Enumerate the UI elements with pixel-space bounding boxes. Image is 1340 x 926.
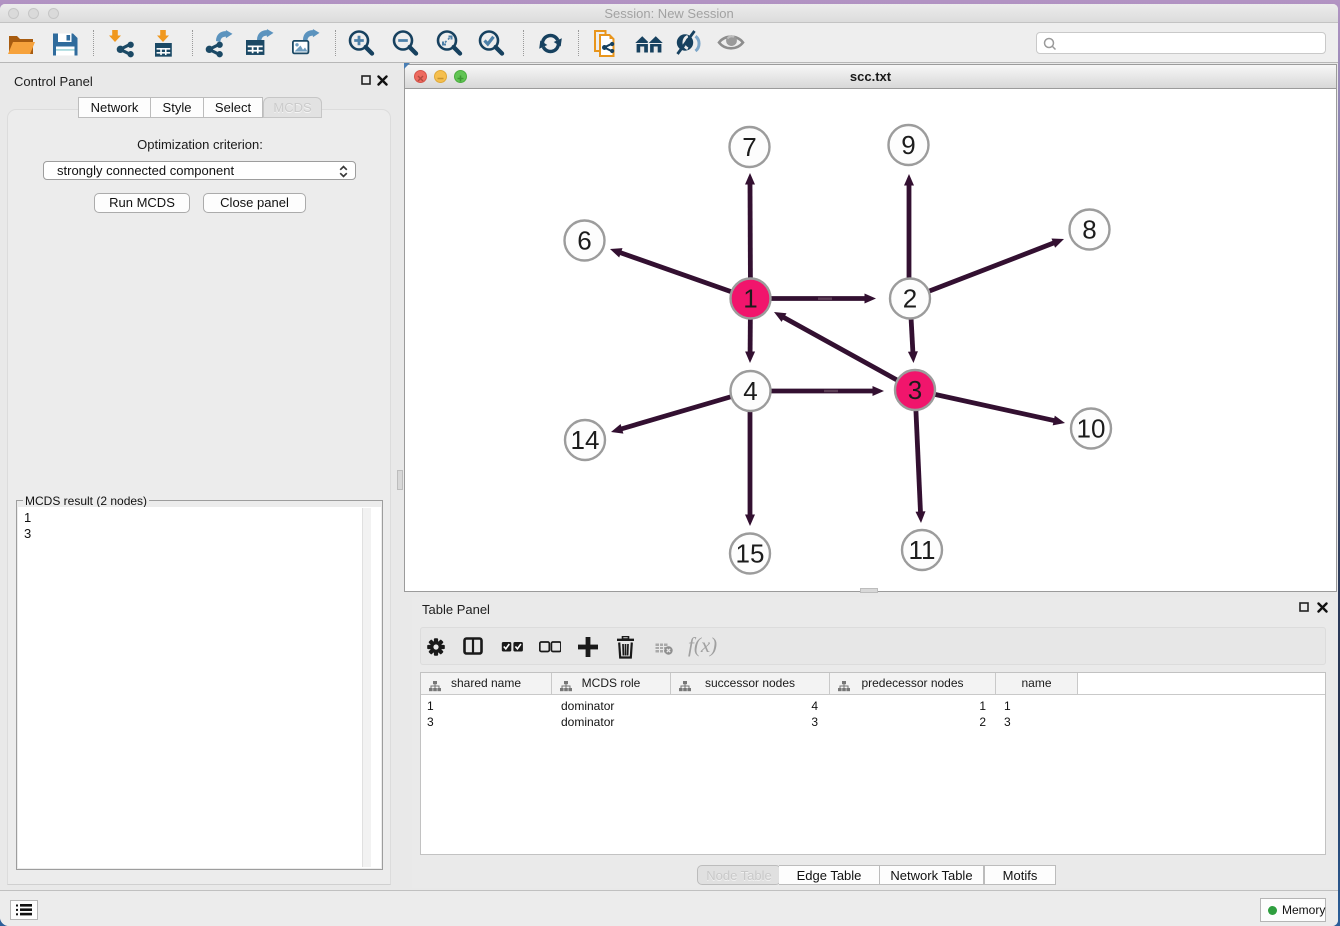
- svg-text:9: 9: [901, 130, 915, 160]
- svg-text:11: 11: [909, 535, 936, 565]
- svg-text:15: 15: [736, 539, 765, 569]
- svg-text:7: 7: [742, 132, 756, 162]
- svg-text:6: 6: [577, 226, 591, 256]
- svg-text:10: 10: [1077, 414, 1106, 444]
- svg-text:4: 4: [743, 376, 757, 406]
- svg-text:14: 14: [571, 425, 600, 455]
- svg-text:8: 8: [1082, 215, 1096, 245]
- svg-text:2: 2: [903, 284, 917, 314]
- svg-text:3: 3: [908, 375, 922, 405]
- svg-text:1: 1: [743, 284, 757, 314]
